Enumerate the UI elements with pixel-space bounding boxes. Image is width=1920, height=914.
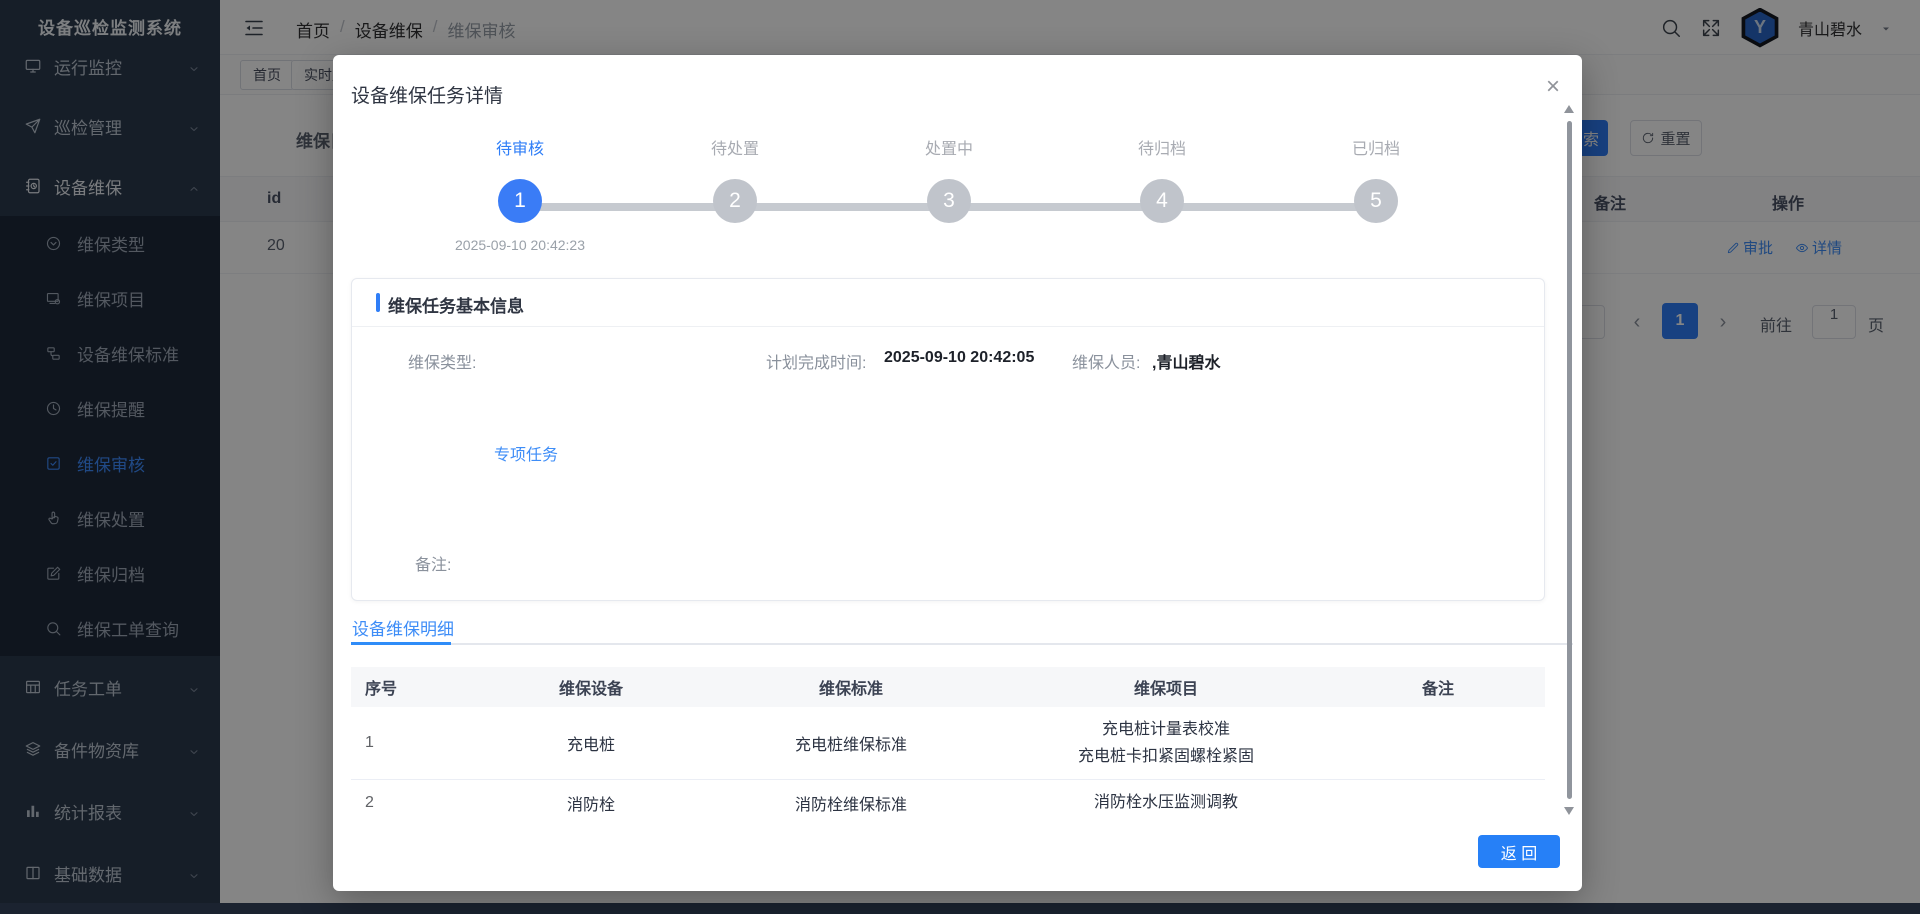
cell-remark	[1331, 707, 1545, 780]
scrollbar-down-arrow[interactable]	[1564, 807, 1574, 815]
scrollbar-thumb[interactable]	[1567, 121, 1572, 799]
maintenance-detail-table: 序号 维保设备 维保标准 维保项目 备注 1 充电桩 充电桩维保标准 充电桩计量…	[351, 667, 1545, 823]
tab-active-indicator	[351, 642, 451, 645]
cell-device: 消防栓	[481, 780, 701, 824]
step-circle: 4	[1140, 179, 1184, 223]
cell-device: 充电桩	[481, 707, 701, 780]
table-row: 1 充电桩 充电桩维保标准 充电桩计量表校准 充电桩卡扣紧固螺栓紧固	[351, 707, 1545, 780]
modal-body: 设备维保任务详情 待审核 1 2025-09-10 20:42:23 待处置 2…	[333, 55, 1582, 823]
accent-bar	[376, 293, 380, 312]
col-seq: 序号	[351, 667, 481, 707]
table-row: 2 消防栓 消防栓维保标准 消防栓水压监测调教	[351, 780, 1545, 824]
col-device: 维保设备	[481, 667, 701, 707]
tab-rail	[351, 643, 1573, 645]
step-pending-handle: 待处置 2	[655, 135, 815, 223]
cell-project: 充电桩计量表校准 充电桩卡扣紧固螺栓紧固	[1001, 707, 1331, 780]
step-circle: 1	[498, 179, 542, 223]
step-pending-archive: 待归档 4	[1082, 135, 1242, 223]
table-header-row: 序号 维保设备 维保标准 维保项目 备注	[351, 667, 1545, 707]
basic-info-title: 维保任务基本信息	[388, 292, 524, 317]
bottom-strip	[0, 903, 1920, 914]
plan-time-label: 计划完成时间:	[766, 349, 866, 373]
step-handling: 处置中 3	[869, 135, 1029, 223]
close-icon[interactable]: ×	[1546, 75, 1560, 99]
remark-label: 备注:	[415, 551, 451, 575]
col-standard: 维保标准	[701, 667, 1001, 707]
cell-project: 消防栓水压监测调教	[1001, 780, 1331, 824]
basic-info-card: 维保任务基本信息 维保类型: 计划完成时间: 2025-09-10 20:42:…	[351, 278, 1545, 601]
plan-time-value: 2025-09-10 20:42:05	[884, 349, 1034, 367]
tab-maintenance-detail[interactable]: 设备维保明细	[352, 615, 454, 640]
scrollbar-up-arrow[interactable]	[1564, 105, 1574, 113]
col-remark: 备注	[1331, 667, 1545, 707]
cell-seq: 2	[351, 780, 481, 824]
step-timestamp: 2025-09-10 20:42:23	[440, 237, 600, 253]
step-circle: 2	[713, 179, 757, 223]
step-pending-review: 待审核 1 2025-09-10 20:42:23	[440, 135, 600, 253]
cell-standard: 消防栓维保标准	[701, 780, 1001, 824]
basic-info-header: 维保任务基本信息	[352, 279, 1544, 327]
cell-standard: 充电桩维保标准	[701, 707, 1001, 780]
step-circle: 5	[1354, 179, 1398, 223]
special-task-link[interactable]: 专项任务	[494, 441, 558, 465]
staff-value: ,青山碧水	[1152, 349, 1220, 373]
type-label: 维保类型:	[408, 349, 476, 373]
cell-seq: 1	[351, 707, 481, 780]
cell-remark	[1331, 780, 1545, 824]
steps-bar: 待审核 1 2025-09-10 20:42:23 待处置 2 处置中 3 待归…	[333, 55, 1582, 275]
step-circle: 3	[927, 179, 971, 223]
step-archived: 已归档 5	[1296, 135, 1456, 223]
maintenance-task-detail-modal: 设备维保任务详情 待审核 1 2025-09-10 20:42:23 待处置 2…	[333, 55, 1582, 891]
col-project: 维保项目	[1001, 667, 1331, 707]
back-button[interactable]: 返 回	[1478, 835, 1560, 868]
staff-label: 维保人员:	[1072, 349, 1140, 373]
